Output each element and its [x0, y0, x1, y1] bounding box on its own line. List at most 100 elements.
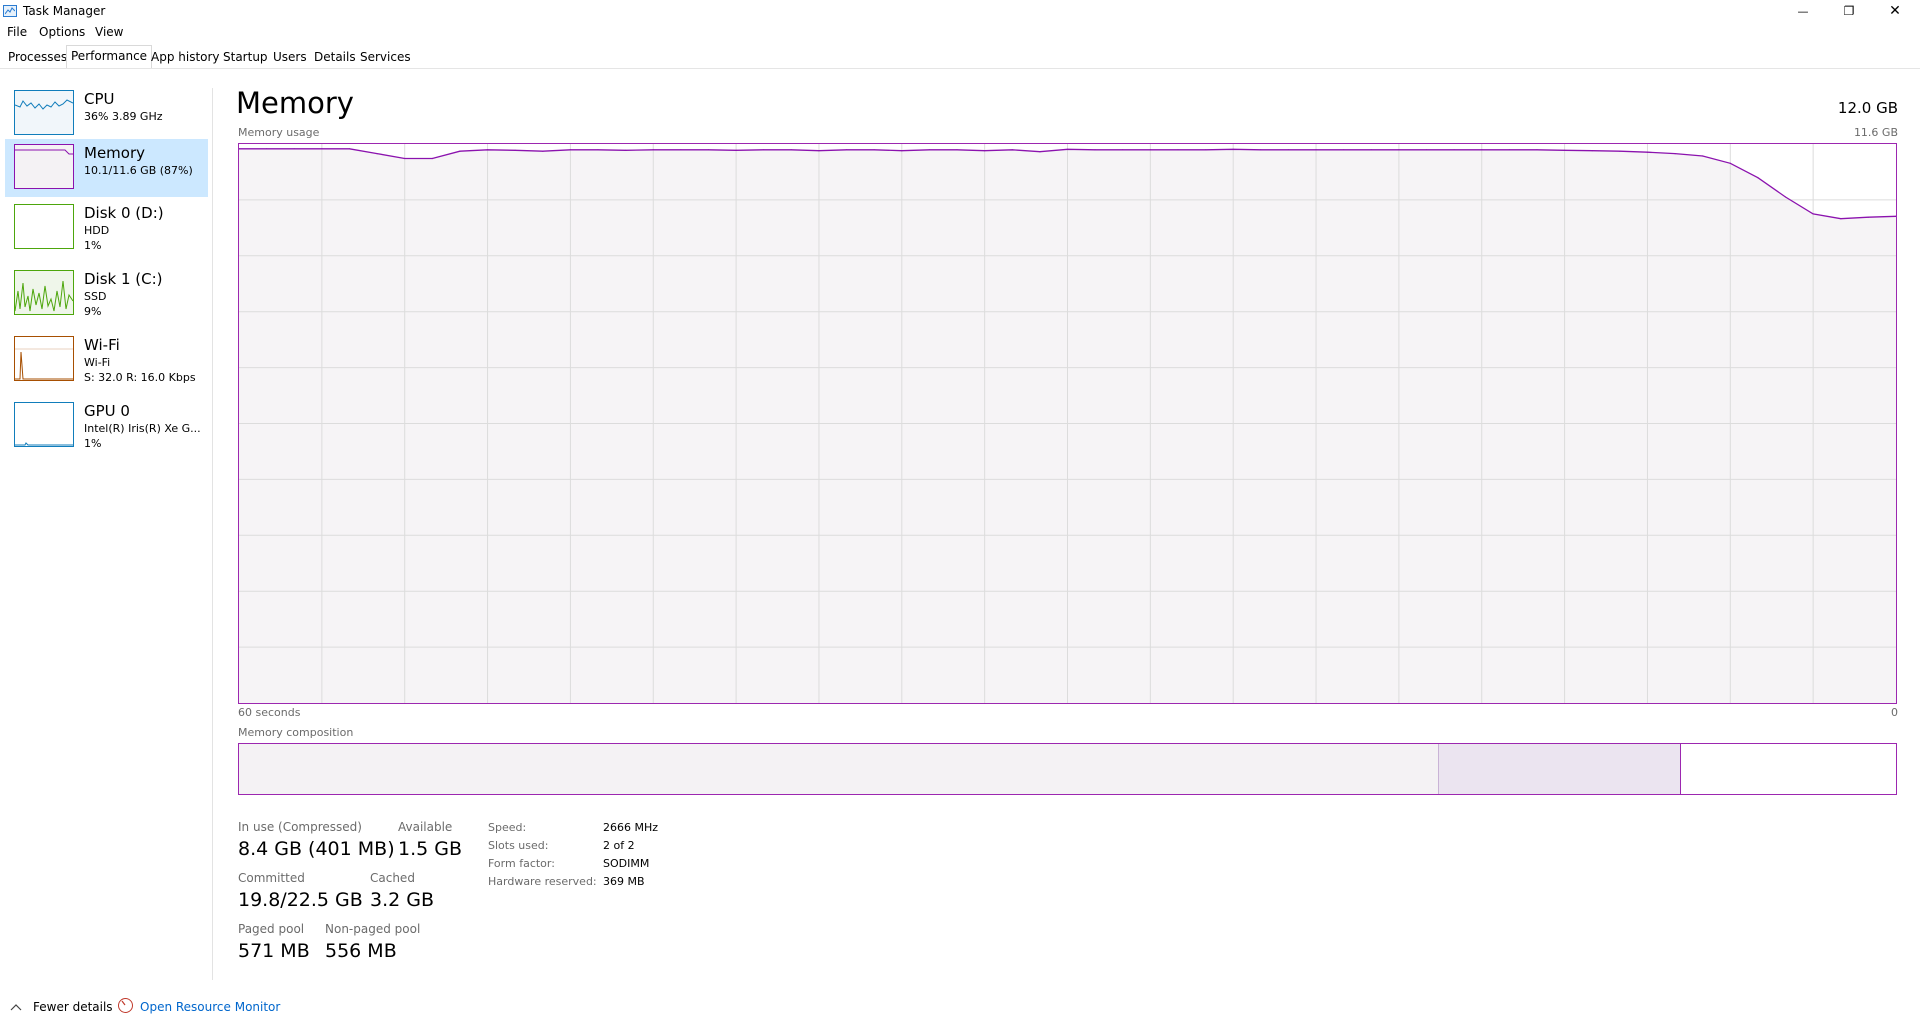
memory-usage-point	[1536, 149, 1538, 151]
memory-usage-point	[1287, 149, 1289, 151]
fewer-details-button[interactable]: Fewer details	[33, 1000, 113, 1014]
memory-usage-point	[1039, 151, 1041, 153]
memory-usage-point	[1757, 177, 1759, 179]
sidebar-wifi-throughput: S: 32.0 R: 16.0 Kbps	[84, 371, 196, 384]
composition-segment-free[interactable]	[1680, 744, 1896, 794]
total-memory: 12.0 GB	[1837, 99, 1898, 117]
memory-usage-point	[376, 153, 378, 155]
menu-file[interactable]: File	[7, 25, 27, 39]
memory-usage-point	[1011, 149, 1013, 151]
sidebar-gpu-0-model: Intel(R) Iris(R) Xe G...	[84, 422, 201, 435]
memory-usage-point	[1425, 149, 1428, 151]
memory-usage-chart	[239, 144, 1896, 703]
form-factor-value: SODIMM	[603, 857, 650, 870]
slots-used-value: 2 of 2	[603, 839, 635, 852]
composition-segment-in-use[interactable]	[239, 744, 1440, 794]
sidebar-memory-stats: 10.1/11.6 GB (87%)	[84, 164, 193, 177]
sidebar-item-disk-1[interactable]: Disk 1 (C:) SSD 9%	[5, 265, 208, 323]
memory-usage-point	[1149, 149, 1151, 151]
restore-button[interactable]: ❐	[1826, 0, 1872, 22]
memory-usage-point	[873, 149, 875, 151]
sidebar-item-wifi[interactable]: Wi-Fi Wi-Fi S: 32.0 R: 16.0 Kbps	[5, 331, 208, 389]
sidebar-disk-1-usage: 9%	[84, 305, 102, 318]
sidebar-gpu-0-title: GPU 0	[84, 402, 130, 420]
chevron-up-icon[interactable]	[10, 1000, 22, 1014]
tab-startup[interactable]: Startup	[219, 47, 272, 67]
memory-usage-point	[1453, 149, 1455, 151]
memory-usage-label: Memory usage	[238, 126, 320, 139]
memory-usage-point	[1122, 149, 1124, 151]
sidebar-item-memory[interactable]: Memory 10.1/11.6 GB (87%)	[5, 139, 208, 197]
memory-usage-point	[1343, 149, 1345, 151]
memory-usage-point	[514, 149, 516, 151]
sidebar-disk-0-type: HDD	[84, 224, 110, 237]
menu-options[interactable]: Options	[39, 25, 85, 39]
sidebar-wifi-adapter: Wi-Fi	[84, 356, 111, 369]
memory-usage-point	[1066, 148, 1069, 150]
memory-usage-point	[1729, 162, 1731, 164]
speed-label: Speed:	[488, 821, 527, 834]
memory-usage-point	[956, 149, 958, 151]
memory-usage-point	[707, 149, 710, 151]
memory-usage-point	[321, 148, 323, 150]
memory-composition-label: Memory composition	[238, 726, 354, 739]
memory-usage-point	[1867, 216, 1869, 218]
non-paged-pool-label: Non-paged pool	[325, 922, 421, 936]
minimize-button[interactable]: —	[1780, 0, 1826, 22]
open-resource-monitor-link[interactable]: Open Resource Monitor	[140, 1000, 280, 1014]
sidebar-item-gpu-0[interactable]: GPU 0 Intel(R) Iris(R) Xe G... 1%	[5, 397, 208, 455]
memory-usage-point	[459, 150, 461, 152]
memory-usage-point	[735, 149, 737, 151]
resource-monitor-icon	[118, 998, 133, 1013]
memory-usage-point	[486, 149, 489, 151]
memory-usage-point	[1398, 149, 1400, 151]
sidebar-disk-1-title: Disk 1 (C:)	[84, 270, 163, 288]
close-button[interactable]: ✕	[1872, 0, 1918, 22]
memory-usage-point	[542, 150, 544, 152]
sidebar-divider	[212, 88, 213, 980]
paged-pool-value: 571 MB	[238, 940, 310, 962]
tab-users[interactable]: Users	[269, 47, 311, 67]
memory-usage-point	[625, 149, 627, 151]
memory-usage-point	[1177, 149, 1179, 151]
memory-usage-point	[846, 149, 848, 151]
speed-value: 2666 MHz	[603, 821, 659, 834]
sidebar-wifi-title: Wi-Fi	[84, 336, 120, 354]
memory-usage-point	[818, 150, 820, 152]
hardware-reserved-value: 369 MB	[603, 875, 645, 888]
tab-services[interactable]: Services	[356, 47, 415, 67]
gpu-0-thumbnail-graph	[14, 402, 74, 447]
memory-usage-point	[1315, 149, 1317, 151]
minimize-icon: —	[1797, 4, 1809, 18]
disk-0-thumbnail-graph	[14, 204, 74, 249]
window-title: Task Manager	[23, 4, 106, 18]
sidebar-item-disk-0[interactable]: Disk 0 (D:) HDD 1%	[5, 199, 208, 257]
memory-usage-point	[1646, 151, 1649, 153]
tab-details[interactable]: Details	[310, 47, 360, 67]
cached-label: Cached	[370, 871, 415, 885]
form-factor-label: Form factor:	[488, 857, 555, 870]
sidebar-item-cpu[interactable]: CPU 36% 3.89 GHz	[5, 85, 208, 143]
memory-usage-point	[1674, 153, 1676, 155]
sidebar-memory-title: Memory	[84, 144, 146, 162]
committed-label: Committed	[238, 871, 305, 885]
memory-usage-point	[1619, 150, 1621, 152]
tab-processes[interactable]: Processes	[4, 47, 71, 67]
memory-usage-point	[790, 149, 792, 151]
sidebar-disk-0-usage: 1%	[84, 239, 102, 252]
slots-used-label: Slots used:	[488, 839, 549, 852]
memory-usage-point	[1591, 150, 1593, 152]
menu-view[interactable]: View	[95, 25, 123, 39]
tab-performance[interactable]: Performance	[66, 45, 153, 68]
memory-usage-point	[1784, 196, 1787, 198]
sidebar-gpu-0-usage: 1%	[84, 437, 102, 450]
available-label: Available	[398, 820, 453, 834]
cpu-thumbnail-graph	[14, 90, 74, 135]
memory-usage-point	[763, 149, 765, 151]
in-use-label: In use (Compressed)	[238, 820, 362, 834]
memory-usage-point	[901, 150, 903, 152]
composition-segment-standby[interactable]	[1439, 744, 1681, 794]
memory-composition-bar	[238, 743, 1897, 795]
tab-app-history[interactable]: App history	[147, 47, 224, 67]
memory-usage-point	[293, 148, 295, 150]
